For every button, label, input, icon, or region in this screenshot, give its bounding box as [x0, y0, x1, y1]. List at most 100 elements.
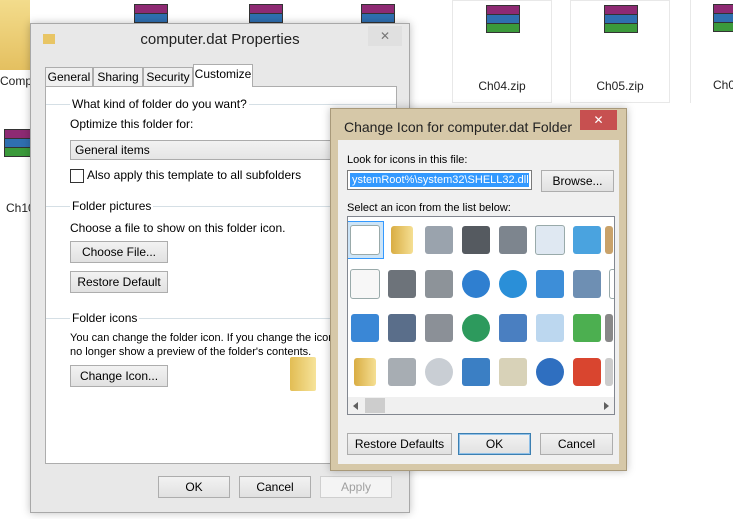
tab-sharing[interactable]: Sharing	[93, 67, 143, 87]
tab-general[interactable]: General	[45, 67, 93, 87]
icon-list-item[interactable]	[494, 353, 532, 391]
folder-type-heading: What kind of folder do you want?	[70, 97, 249, 111]
icon-list-item[interactable]	[605, 265, 614, 303]
scroll-thumb[interactable]	[365, 398, 385, 413]
network-icon	[499, 314, 527, 342]
change-icon-title: Change Icon for computer.dat Folder	[344, 119, 573, 135]
folder-icon	[391, 226, 413, 254]
restore-default-button[interactable]: Restore Default	[70, 271, 168, 293]
icon-list-item[interactable]	[568, 221, 606, 259]
chip-icon	[462, 226, 490, 254]
icon-list-item[interactable]	[494, 265, 532, 303]
partial-icon-3	[605, 358, 613, 386]
removable-drive-icon	[388, 358, 416, 386]
icon-list-item[interactable]	[348, 265, 384, 303]
icon-list-item[interactable]	[568, 309, 606, 347]
icon-list-item[interactable]	[568, 265, 606, 303]
ok-button[interactable]: OK	[158, 476, 230, 498]
optimize-value: General items	[75, 143, 150, 157]
change-icon-close-button[interactable]: ✕	[580, 110, 617, 130]
folder-icon	[0, 0, 30, 70]
document-icon	[350, 225, 380, 255]
dialog-title: computer.dat Properties	[140, 31, 300, 48]
icon-list-item[interactable]	[531, 221, 569, 259]
icon-list-item[interactable]	[531, 265, 569, 303]
archive-icon	[600, 3, 640, 39]
icon-list-item[interactable]	[494, 221, 532, 259]
close-button[interactable]: ✕	[368, 26, 402, 46]
look-for-label: Look for icons in this file:	[347, 154, 468, 166]
tab-customize[interactable]: Customize	[193, 64, 253, 87]
icon-list-item[interactable]	[420, 221, 458, 259]
shell-icon	[573, 270, 601, 298]
change-icon-cancel-button[interactable]: Cancel	[540, 433, 613, 455]
icon-grid	[348, 217, 614, 397]
cd-drive-icon	[425, 358, 453, 386]
icon-list-item[interactable]	[383, 309, 421, 347]
cancel-button[interactable]: Cancel	[239, 476, 311, 498]
disconnected-drive-icon	[425, 314, 453, 342]
icon-list-item[interactable]	[457, 353, 495, 391]
archive-icon	[482, 3, 522, 39]
icon-list-item[interactable]	[348, 353, 384, 391]
file-label: Ch05.zip	[596, 79, 644, 93]
file-label: Ch04.zip	[478, 79, 526, 93]
icon-list-item[interactable]	[568, 353, 606, 391]
horizontal-scrollbar[interactable]	[348, 397, 614, 414]
folder-pictures-heading: Folder pictures	[70, 199, 154, 213]
scroll-right-icon[interactable]	[604, 402, 609, 410]
icon-list-item[interactable]	[494, 309, 532, 347]
calculator-icon	[499, 358, 527, 386]
icon-list-item[interactable]	[457, 309, 495, 347]
folder-icons-description-2: no longer show a preview of the folder's…	[70, 346, 312, 358]
change-icon-dialog: Change Icon for computer.dat Folder ✕ Lo…	[330, 108, 627, 471]
tab-strip: General Sharing Security Customize	[45, 64, 395, 87]
file-path-value: ystemRoot%\system32\SHELL32.dll	[350, 173, 529, 187]
icon-list-item[interactable]	[420, 309, 458, 347]
icon-list-item[interactable]	[348, 221, 384, 259]
network-drive-icon	[388, 270, 416, 298]
icon-list-item[interactable]	[605, 309, 614, 347]
icon-list-item[interactable]	[383, 265, 421, 303]
change-icon-button[interactable]: Change Icon...	[70, 365, 168, 387]
template-checkbox[interactable]	[70, 169, 84, 183]
folder-icon-2	[354, 358, 376, 386]
restore-defaults-button[interactable]: Restore Defaults	[347, 433, 452, 455]
tab-security[interactable]: Security	[143, 67, 193, 87]
icon-list-item[interactable]	[383, 221, 421, 259]
icon-list-item[interactable]	[531, 353, 569, 391]
icon-list-item[interactable]	[605, 353, 614, 391]
folder-icons-description-1: You can change the folder icon. If you c…	[70, 332, 338, 344]
title-bar: computer.dat Properties ✕	[31, 24, 409, 56]
zip-file[interactable]: Ch04.zip	[452, 0, 552, 103]
partial-icon-2	[605, 314, 613, 342]
file-label: Ch0	[713, 78, 733, 92]
template-checkbox-label: Also apply this template to all subfolde…	[87, 168, 302, 182]
choose-file-button[interactable]: Choose File...	[70, 241, 168, 263]
window-icon	[351, 314, 379, 342]
file-path-input[interactable]: ystemRoot%\system32\SHELL32.dll	[347, 170, 532, 190]
recycle-arrow-icon	[573, 314, 601, 342]
partial-icon	[605, 226, 613, 254]
icon-list-item[interactable]	[605, 221, 614, 259]
icon-list[interactable]	[347, 216, 615, 415]
shortcut-icon	[609, 269, 614, 299]
icon-list-item[interactable]	[531, 309, 569, 347]
icon-list-item[interactable]	[457, 221, 495, 259]
clock-document-icon	[535, 225, 565, 255]
search-icon	[536, 314, 564, 342]
apply-button[interactable]: Apply	[320, 476, 392, 498]
zip-file[interactable]: Ch05.zip	[570, 0, 670, 103]
icon-list-item[interactable]	[457, 265, 495, 303]
folder-icons-heading: Folder icons	[70, 311, 140, 325]
close-icon: ✕	[379, 29, 391, 43]
zip-file[interactable]: Ch0	[690, 0, 733, 103]
icon-list-item[interactable]	[348, 309, 384, 347]
browse-button[interactable]: Browse...	[541, 170, 614, 192]
select-label: Select an icon from the list below:	[347, 202, 511, 214]
change-icon-ok-button[interactable]: OK	[458, 433, 531, 455]
icon-list-item[interactable]	[420, 353, 458, 391]
icon-list-item[interactable]	[420, 265, 458, 303]
scroll-left-icon[interactable]	[353, 402, 358, 410]
icon-list-item[interactable]	[383, 353, 421, 391]
